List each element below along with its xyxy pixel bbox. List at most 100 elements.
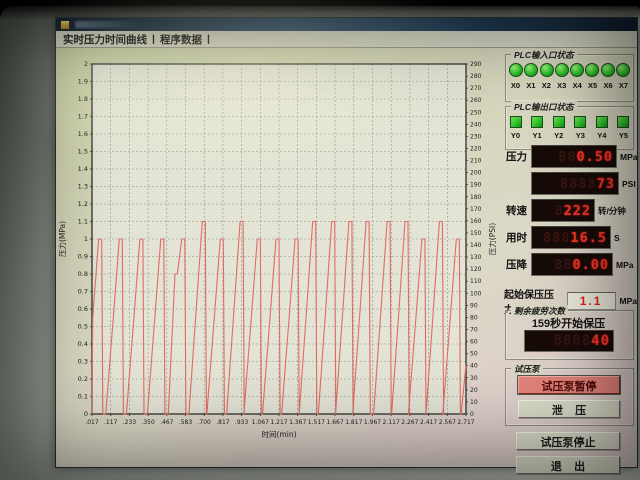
pump-stop-button[interactable]: 试压泵停止 [516, 432, 620, 450]
plc-input-group: PLC输入口状态 X0X1X2X3X4X5X6X7 [505, 54, 634, 102]
window-title [75, 21, 139, 28]
svg-text:1.6: 1.6 [78, 130, 88, 138]
svg-text:1.4: 1.4 [78, 165, 88, 173]
svg-text:220: 220 [470, 145, 482, 152]
readout-label: 压力 [506, 149, 531, 164]
readout-label: 转速 [506, 203, 531, 218]
plc-input-light-X5 [585, 63, 599, 77]
readout-led-display: 8222 [531, 199, 595, 222]
plc-input-label-X7: X7 [617, 81, 630, 90]
tab-bar: 实时压力时间曲线 | 程序数据 | [56, 31, 637, 48]
plc-input-lights [509, 63, 630, 77]
svg-text:2: 2 [84, 60, 88, 68]
svg-text:时间(min): 时间(min) [262, 429, 297, 439]
readout-led-display: 880.00 [531, 253, 613, 276]
svg-text:2.567: 2.567 [439, 419, 456, 426]
plc-output-label-Y2: Y2 [552, 131, 565, 140]
svg-text:1.967: 1.967 [364, 419, 381, 426]
app-icon [60, 20, 70, 30]
svg-text:.350: .350 [141, 419, 155, 426]
plc-input-label-X1: X1 [524, 81, 537, 90]
plc-output-light-Y1 [531, 116, 543, 128]
readout-value: 222 [564, 203, 591, 219]
svg-text:1.217: 1.217 [270, 419, 287, 426]
pump-group-label: 试压泵 [511, 363, 543, 375]
fatigue-count-value: 40 [591, 333, 610, 349]
svg-text:50: 50 [470, 351, 478, 358]
plc-input-channel-labels: X0X1X2X3X4X5X6X7 [509, 81, 630, 90]
plc-output-label-Y4: Y4 [595, 131, 608, 140]
svg-text:120: 120 [470, 266, 482, 273]
readout-value: 73 [597, 176, 615, 192]
plc-output-light-Y0 [510, 116, 522, 128]
readout-row: 转速8222转/分钟 [506, 198, 637, 223]
readout-unit: 转/分钟 [598, 205, 626, 217]
svg-text:0.1: 0.1 [78, 393, 88, 401]
client-area: 00.10.20.30.40.50.60.70.80.911.11.21.31.… [56, 48, 637, 466]
svg-text:210: 210 [470, 158, 482, 165]
exit-button[interactable]: 退 出 [516, 456, 620, 474]
svg-text:130: 130 [470, 254, 482, 261]
plc-output-light-Y2 [553, 116, 565, 128]
pressure-relief-button[interactable]: 泄 压 [518, 400, 620, 418]
plc-output-light-Y3 [574, 116, 586, 128]
svg-text:1.9: 1.9 [78, 78, 88, 86]
led-ghost-digits: 88 [558, 149, 576, 165]
plc-output-label-Y0: Y0 [509, 131, 522, 140]
svg-text:0.5: 0.5 [78, 323, 88, 331]
svg-text:10: 10 [470, 399, 478, 406]
svg-text:.117: .117 [104, 419, 118, 426]
tab-program-data[interactable]: 程序数据 [160, 32, 202, 47]
svg-text:2.117: 2.117 [383, 419, 400, 426]
svg-text:.017: .017 [85, 419, 99, 426]
pump-pause-button[interactable]: 试压泵暂停 [518, 376, 620, 394]
readout-value: 16.5 [570, 230, 607, 246]
svg-text:70: 70 [470, 327, 478, 334]
svg-text:240: 240 [470, 121, 482, 128]
control-panel: PLC输入口状态 X0X1X2X3X4X5X6X7 PLC输出口状态 Y0Y1Y… [502, 48, 637, 466]
title-bar [56, 18, 637, 31]
fatigue-count-display: 888840 [524, 330, 614, 352]
svg-text:1.667: 1.667 [327, 419, 344, 426]
tab-realtime-curve[interactable]: 实时压力时间曲线 [63, 32, 147, 47]
svg-text:1: 1 [84, 235, 88, 243]
pressure-time-chart: 00.10.20.30.40.50.60.70.80.911.11.21.31.… [56, 52, 502, 454]
readout-value: 0.00 [572, 257, 609, 273]
svg-text:0.8: 0.8 [78, 270, 88, 278]
svg-text:.467: .467 [160, 419, 174, 426]
plc-output-label-Y1: Y1 [531, 131, 544, 140]
readout-unit: MPa [620, 152, 637, 162]
plc-input-label-X5: X5 [586, 81, 599, 90]
svg-text:20: 20 [470, 387, 478, 394]
svg-text:110: 110 [470, 278, 482, 285]
plc-input-label: PLC输入口状态 [511, 49, 577, 61]
svg-text:250: 250 [470, 109, 482, 116]
svg-text:280: 280 [470, 73, 482, 80]
svg-text:170: 170 [470, 206, 482, 213]
plc-input-light-X0 [509, 63, 523, 77]
svg-text:2.267: 2.267 [401, 419, 418, 426]
svg-text:0: 0 [84, 410, 88, 418]
plc-input-light-X4 [570, 63, 584, 77]
plc-input-label-X2: X2 [540, 81, 553, 90]
readout-row: 用时88816.5S [506, 225, 637, 250]
application-window: 实时压力时间曲线 | 程序数据 | 00.10.20.30.40.50.60.7… [55, 17, 638, 468]
readout-unit: PSI [622, 179, 636, 189]
svg-text:1.1: 1.1 [78, 218, 88, 226]
led-ghost-digits: 8888 [553, 333, 591, 349]
plc-input-light-X1 [524, 63, 538, 77]
plc-output-lights [509, 115, 630, 128]
svg-text:270: 270 [470, 85, 482, 92]
svg-text:60: 60 [470, 339, 478, 346]
plc-input-label-X3: X3 [555, 81, 568, 90]
svg-text:0.2: 0.2 [78, 375, 88, 383]
led-ghost-digits: 88 [554, 257, 572, 273]
svg-text:200: 200 [470, 170, 482, 177]
svg-text:30: 30 [470, 375, 478, 382]
plc-input-light-X3 [555, 63, 569, 77]
plc-input-label-X6: X6 [602, 81, 615, 90]
svg-text:150: 150 [470, 230, 482, 237]
led-ghost-digits: 888 [543, 230, 570, 246]
readout-label: 用时 [506, 230, 531, 245]
svg-text:160: 160 [470, 218, 482, 225]
